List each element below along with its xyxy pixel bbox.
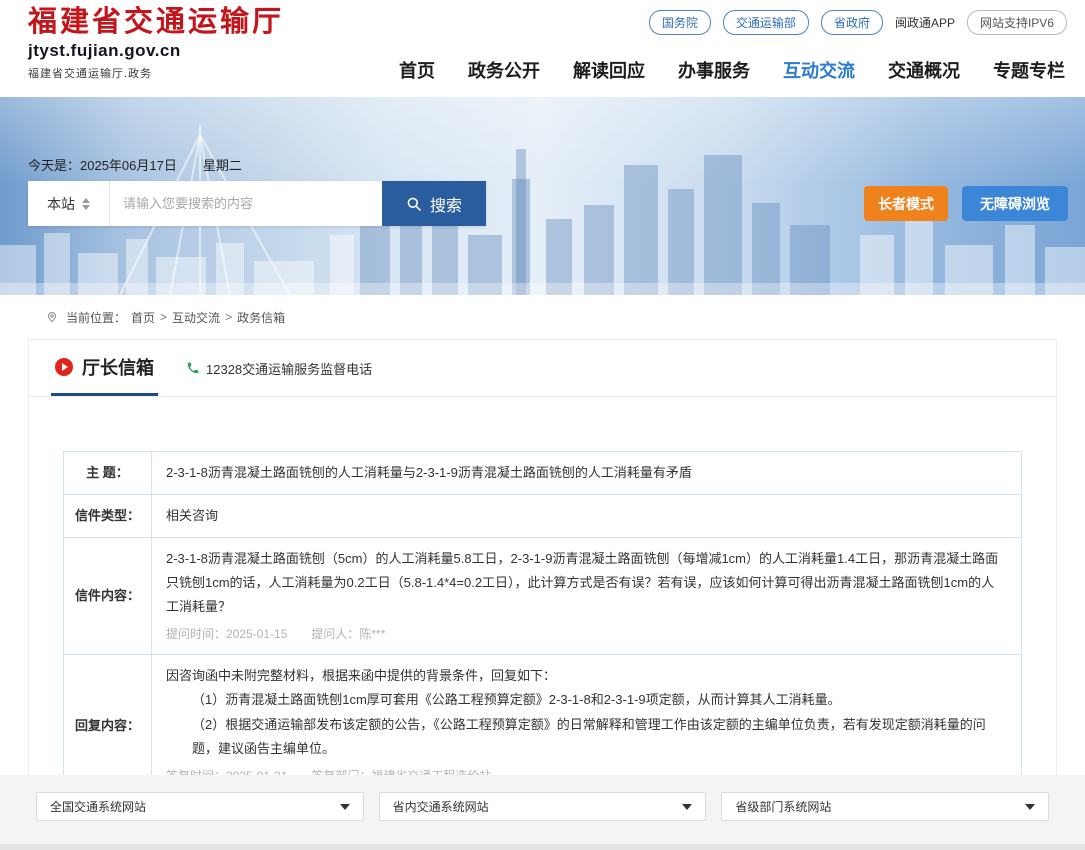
- footer-bottom-strip: [0, 844, 1085, 850]
- nav-item-gov-disclosure[interactable]: 政务公开: [468, 57, 540, 83]
- letter-content-cell: 2-3-1-8沥青混凝土路面铣刨（5cm）的人工消耗量5.8工日，2-3-1-9…: [152, 538, 1022, 655]
- nav-item-interaction[interactable]: 互动交流: [783, 57, 855, 83]
- nav-item-transport-overview[interactable]: 交通概况: [888, 57, 960, 83]
- subject-value: 2-3-1-8沥青混凝土路面铣刨的人工消耗量与2-3-1-9沥青混凝土路面铣刨的…: [152, 452, 1022, 495]
- chevron-down-icon: [682, 804, 692, 810]
- location-pin-icon: [46, 310, 58, 324]
- mailbox-card-header: 厅长信箱 12328交通运输服务监督电话: [29, 340, 1056, 397]
- breadcrumb-label: 当前位置：: [66, 309, 126, 326]
- scope-arrows-icon: [82, 198, 90, 210]
- search-button[interactable]: 搜索: [382, 181, 486, 226]
- top-links: 国务院 交通运输部 省政府 闽政通APP 网站支持IPV6: [649, 10, 1067, 35]
- search-button-label: 搜索: [430, 192, 462, 216]
- chevron-down-icon: [340, 804, 350, 810]
- nav-item-interpretation[interactable]: 解读回应: [573, 57, 645, 83]
- select-provincial-dept-sites[interactable]: 省级部门系统网站: [721, 792, 1049, 821]
- search-input[interactable]: [110, 181, 382, 226]
- reply-line-1: 因咨询函中未附完整材料，根据来函中提供的背景条件，回复如下：: [166, 664, 1007, 688]
- breadcrumb-item-mailbox[interactable]: 政务信箱: [237, 309, 285, 326]
- site-footer: 全国交通系统网站 省内交通系统网站 省级部门系统网站: [0, 775, 1085, 850]
- mail-detail: 主 题： 2-3-1-8沥青混凝土路面铣刨的人工消耗量与2-3-1-9沥青混凝土…: [29, 397, 1056, 839]
- site-domain: jtyst.fujian.gov.cn: [28, 41, 284, 61]
- nav-item-home[interactable]: 首页: [399, 57, 435, 83]
- today-date: 今天是：2025年06月17日 星期二: [28, 155, 242, 174]
- hotline-label: 12328交通运输服务监督电话: [206, 359, 372, 378]
- letter-content-text: 2-3-1-8沥青混凝土路面铣刨（5cm）的人工消耗量5.8工日，2-3-1-9…: [166, 547, 1007, 619]
- letter-type-value: 相关咨询: [152, 495, 1022, 538]
- link-ministry-of-transport[interactable]: 交通运输部: [723, 10, 809, 35]
- tab-director-mailbox[interactable]: 厅长信箱: [51, 340, 158, 396]
- phone-icon: [186, 361, 200, 375]
- select-national-transport-sites-value: 全国交通系统网站: [50, 798, 146, 815]
- link-minzhengtong-app[interactable]: 闽政通APP: [895, 14, 955, 31]
- letter-content-label: 信件内容：: [64, 538, 152, 655]
- breadcrumb-item-home[interactable]: 首页: [131, 309, 155, 326]
- subject-label: 主 题：: [64, 452, 152, 495]
- search-scope-value: 本站: [47, 194, 75, 214]
- table-row-letter-type: 信件类型： 相关咨询: [64, 495, 1022, 538]
- mailbox-card: 厅长信箱 12328交通运输服务监督电话 主 题： 2-3-1-8沥青混凝土路面…: [28, 339, 1057, 840]
- select-provincial-transport-sites-value: 省内交通系统网站: [393, 798, 489, 815]
- elder-mode-button[interactable]: 长者模式: [864, 186, 948, 221]
- reply-line-3: （2）根据交通运输部发布该定额的公告，《公路工程预算定额》的日常解释和管理工作由…: [166, 713, 1007, 761]
- nav-item-special-columns[interactable]: 专题专栏: [993, 57, 1065, 83]
- main-nav: 首页 政务公开 解读回应 办事服务 互动交流 交通概况 专题专栏: [399, 57, 1065, 83]
- site-header: 福建省交通运输厅 jtyst.fujian.gov.cn 福建省交通运输厅.政务…: [0, 0, 1085, 97]
- search-icon: [406, 196, 422, 212]
- breadcrumb-item-interaction[interactable]: 互动交流: [172, 309, 220, 326]
- hero-banner: 今天是：2025年06月17日 星期二 本站 搜索 长者模式 无障碍浏览: [0, 97, 1085, 295]
- letter-type-label: 信件类型：: [64, 495, 152, 538]
- link-state-council[interactable]: 国务院: [649, 10, 711, 35]
- table-row-subject: 主 题： 2-3-1-8沥青混凝土路面铣刨的人工消耗量与2-3-1-9沥青混凝土…: [64, 452, 1022, 495]
- select-provincial-transport-sites[interactable]: 省内交通系统网站: [379, 792, 707, 821]
- chevron-down-icon: [1025, 804, 1035, 810]
- supervision-hotline: 12328交通运输服务监督电话: [186, 359, 372, 378]
- mail-detail-table: 主 题： 2-3-1-8沥青混凝土路面铣刨的人工消耗量与2-3-1-9沥青混凝土…: [63, 451, 1022, 797]
- link-ipv6-support[interactable]: 网站支持IPV6: [967, 10, 1067, 35]
- letter-content-meta: 提问时间：2025-01-15 提问人：陈***: [166, 623, 1007, 645]
- link-provincial-gov[interactable]: 省政府: [821, 10, 883, 35]
- accessibility-button[interactable]: 无障碍浏览: [962, 186, 1068, 221]
- arrow-circle-icon: [55, 358, 73, 376]
- breadcrumb-separator: >: [160, 310, 167, 324]
- select-provincial-dept-sites-value: 省级部门系统网站: [735, 798, 831, 815]
- search-bar: 本站 搜索: [28, 181, 486, 226]
- site-title: 福建省交通运输厅: [28, 7, 284, 39]
- breadcrumb: 当前位置： 首页 > 互动交流 > 政务信箱: [0, 295, 1085, 339]
- mailbox-tab-title: 厅长信箱: [82, 354, 154, 380]
- reply-line-2: （1）沥青混凝土路面铣刨1cm厚可套用《公路工程预算定额》2-3-1-8和2-3…: [166, 688, 1007, 712]
- site-logo[interactable]: 福建省交通运输厅 jtyst.fujian.gov.cn 福建省交通运输厅.政务: [28, 7, 284, 81]
- nav-item-services[interactable]: 办事服务: [678, 57, 750, 83]
- search-scope-select[interactable]: 本站: [28, 181, 110, 226]
- breadcrumb-separator: >: [225, 310, 232, 324]
- table-row-letter-content: 信件内容： 2-3-1-8沥青混凝土路面铣刨（5cm）的人工消耗量5.8工日，2…: [64, 538, 1022, 655]
- site-subtitle: 福建省交通运输厅.政务: [28, 65, 284, 81]
- footer-link-selects: 全国交通系统网站 省内交通系统网站 省级部门系统网站: [0, 775, 1085, 821]
- select-national-transport-sites[interactable]: 全国交通系统网站: [36, 792, 364, 821]
